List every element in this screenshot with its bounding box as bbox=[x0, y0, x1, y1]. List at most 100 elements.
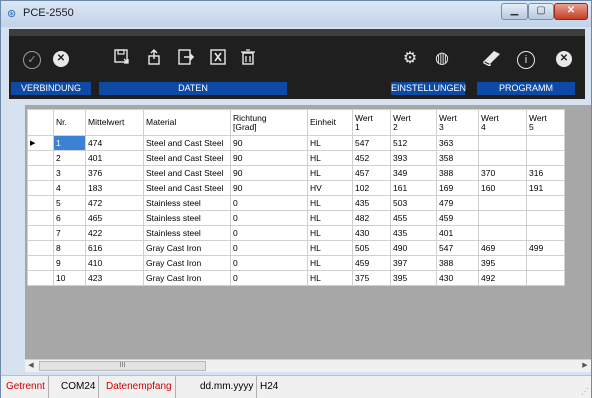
table-cell[interactable]: 4 bbox=[53, 180, 86, 196]
table-cell[interactable]: 395 bbox=[390, 270, 437, 286]
table-row[interactable]: 5 472 Stainless steel 0 HL 435 503 479 bbox=[27, 195, 565, 211]
table-cell[interactable]: HL bbox=[307, 225, 353, 241]
maximize-button[interactable]: ▢ bbox=[528, 3, 554, 20]
table-row[interactable]: 6 465 Stainless steel 0 HL 482 455 459 bbox=[27, 210, 565, 226]
table-cell[interactable]: 457 bbox=[352, 165, 391, 181]
table-cell[interactable]: 430 bbox=[352, 225, 391, 241]
table-row[interactable]: 4 183 Steel and Cast Steel 90 HV 102 161 169 160… bbox=[27, 180, 565, 196]
table-cell[interactable]: 102 bbox=[352, 180, 391, 196]
table-cell[interactable]: Steel and Cast Steel bbox=[143, 135, 231, 151]
table-cell[interactable]: Gray Cast Iron bbox=[143, 240, 231, 256]
current-row-indicator-icon[interactable]: ▶ bbox=[27, 135, 54, 151]
table-cell[interactable]: 455 bbox=[390, 210, 437, 226]
table-cell[interactable]: 358 bbox=[436, 150, 479, 166]
column-header[interactable]: Wert 5 bbox=[526, 109, 565, 136]
scroll-right-icon[interactable]: ▶ bbox=[579, 360, 591, 372]
column-header[interactable]: Wert 3 bbox=[436, 109, 479, 136]
table-cell[interactable]: 0 bbox=[230, 225, 308, 241]
scroll-left-icon[interactable]: ◀ bbox=[25, 360, 37, 372]
row-header[interactable] bbox=[27, 195, 54, 211]
disconnect-icon[interactable]: ✕ bbox=[53, 51, 69, 67]
table-cell[interactable]: 0 bbox=[230, 195, 308, 211]
table-cell[interactable]: 8 bbox=[53, 240, 86, 256]
column-header[interactable]: Wert 2 bbox=[390, 109, 437, 136]
delete-icon[interactable] bbox=[237, 48, 259, 70]
title-bar[interactable]: ⊛ PCE-2550 ▁ ▢ ✕ bbox=[1, 1, 591, 27]
table-cell[interactable] bbox=[478, 150, 527, 166]
table-cell[interactable]: HL bbox=[307, 150, 353, 166]
table-cell[interactable] bbox=[526, 150, 565, 166]
table-cell[interactable]: Gray Cast Iron bbox=[143, 270, 231, 286]
table-cell[interactable]: Steel and Cast Steel bbox=[143, 165, 231, 181]
table-cell[interactable]: 363 bbox=[436, 135, 479, 151]
table-cell[interactable]: 0 bbox=[230, 270, 308, 286]
table-cell[interactable]: 3 bbox=[53, 165, 86, 181]
table-cell[interactable]: 0 bbox=[230, 240, 308, 256]
table-row[interactable]: 10 423 Gray Cast Iron 0 HL 375 395 430 492 bbox=[27, 270, 565, 286]
table-cell[interactable]: 0 bbox=[230, 255, 308, 271]
table-cell[interactable] bbox=[478, 195, 527, 211]
column-header[interactable]: Mittelwert bbox=[85, 109, 144, 136]
horizontal-scrollbar[interactable]: ◀ III ▶ bbox=[25, 359, 591, 372]
table-cell[interactable]: 161 bbox=[390, 180, 437, 196]
table-cell[interactable]: 393 bbox=[390, 150, 437, 166]
row-header[interactable] bbox=[27, 270, 54, 286]
table-row[interactable]: 9 410 Gray Cast Iron 0 HL 459 397 388 395 bbox=[27, 255, 565, 271]
row-header[interactable] bbox=[27, 255, 54, 271]
table-cell[interactable]: 435 bbox=[352, 195, 391, 211]
column-header[interactable]: Nr. bbox=[53, 109, 86, 136]
table-cell[interactable]: 423 bbox=[85, 270, 144, 286]
table-cell[interactable] bbox=[478, 135, 527, 151]
table-cell[interactable] bbox=[478, 210, 527, 226]
table-cell[interactable]: 376 bbox=[85, 165, 144, 181]
table-cell[interactable] bbox=[526, 135, 565, 151]
table-cell[interactable] bbox=[526, 225, 565, 241]
resize-grip-icon[interactable]: ⋰ bbox=[581, 387, 589, 396]
table-cell[interactable]: 10 bbox=[53, 270, 86, 286]
minimize-button[interactable]: ▁ bbox=[501, 3, 528, 20]
info-icon[interactable]: i bbox=[517, 51, 535, 69]
table-cell[interactable]: 459 bbox=[436, 210, 479, 226]
table-cell[interactable]: 401 bbox=[436, 225, 479, 241]
table-cell[interactable]: 465 bbox=[85, 210, 144, 226]
table-cell[interactable]: 397 bbox=[390, 255, 437, 271]
table-cell[interactable]: 388 bbox=[436, 255, 479, 271]
table-cell[interactable]: 388 bbox=[436, 165, 479, 181]
table-cell[interactable]: 7 bbox=[53, 225, 86, 241]
table-cell[interactable]: 5 bbox=[53, 195, 86, 211]
row-header[interactable] bbox=[27, 150, 54, 166]
table-cell[interactable]: 349 bbox=[390, 165, 437, 181]
table-cell[interactable]: 435 bbox=[390, 225, 437, 241]
column-header[interactable]: Richtung [Grad] bbox=[230, 109, 308, 136]
table-cell[interactable]: 6 bbox=[53, 210, 86, 226]
table-cell[interactable]: 499 bbox=[526, 240, 565, 256]
book-icon[interactable] bbox=[481, 48, 503, 70]
close-window-button[interactable]: ✕ bbox=[554, 3, 588, 20]
column-header[interactable]: Material bbox=[143, 109, 231, 136]
row-header[interactable] bbox=[27, 225, 54, 241]
table-cell[interactable]: 479 bbox=[436, 195, 479, 211]
table-cell[interactable]: Steel and Cast Steel bbox=[143, 180, 231, 196]
table-cell[interactable]: Stainless steel bbox=[143, 195, 231, 211]
table-cell[interactable] bbox=[526, 195, 565, 211]
table-cell[interactable]: 472 bbox=[85, 195, 144, 211]
table-cell[interactable]: 160 bbox=[478, 180, 527, 196]
table-cell[interactable]: 469 bbox=[478, 240, 527, 256]
table-cell[interactable]: HL bbox=[307, 240, 353, 256]
row-header[interactable] bbox=[27, 180, 54, 196]
excel-export-icon[interactable] bbox=[207, 48, 229, 70]
table-cell[interactable]: 482 bbox=[352, 210, 391, 226]
table-cell[interactable]: HL bbox=[307, 135, 353, 151]
table-cell[interactable]: HL bbox=[307, 165, 353, 181]
table-cell[interactable]: 452 bbox=[352, 150, 391, 166]
table-cell[interactable]: 375 bbox=[352, 270, 391, 286]
table-cell[interactable] bbox=[526, 210, 565, 226]
connect-icon[interactable]: ✓ bbox=[23, 51, 41, 69]
table-cell[interactable]: 370 bbox=[478, 165, 527, 181]
table-cell[interactable]: 503 bbox=[390, 195, 437, 211]
exit-program-icon[interactable]: ✕ bbox=[556, 51, 572, 67]
table-cell[interactable]: 490 bbox=[390, 240, 437, 256]
table-cell[interactable]: 430 bbox=[436, 270, 479, 286]
table-cell[interactable]: 1 bbox=[53, 135, 86, 151]
globe-icon[interactable]: ◍ bbox=[431, 48, 453, 70]
